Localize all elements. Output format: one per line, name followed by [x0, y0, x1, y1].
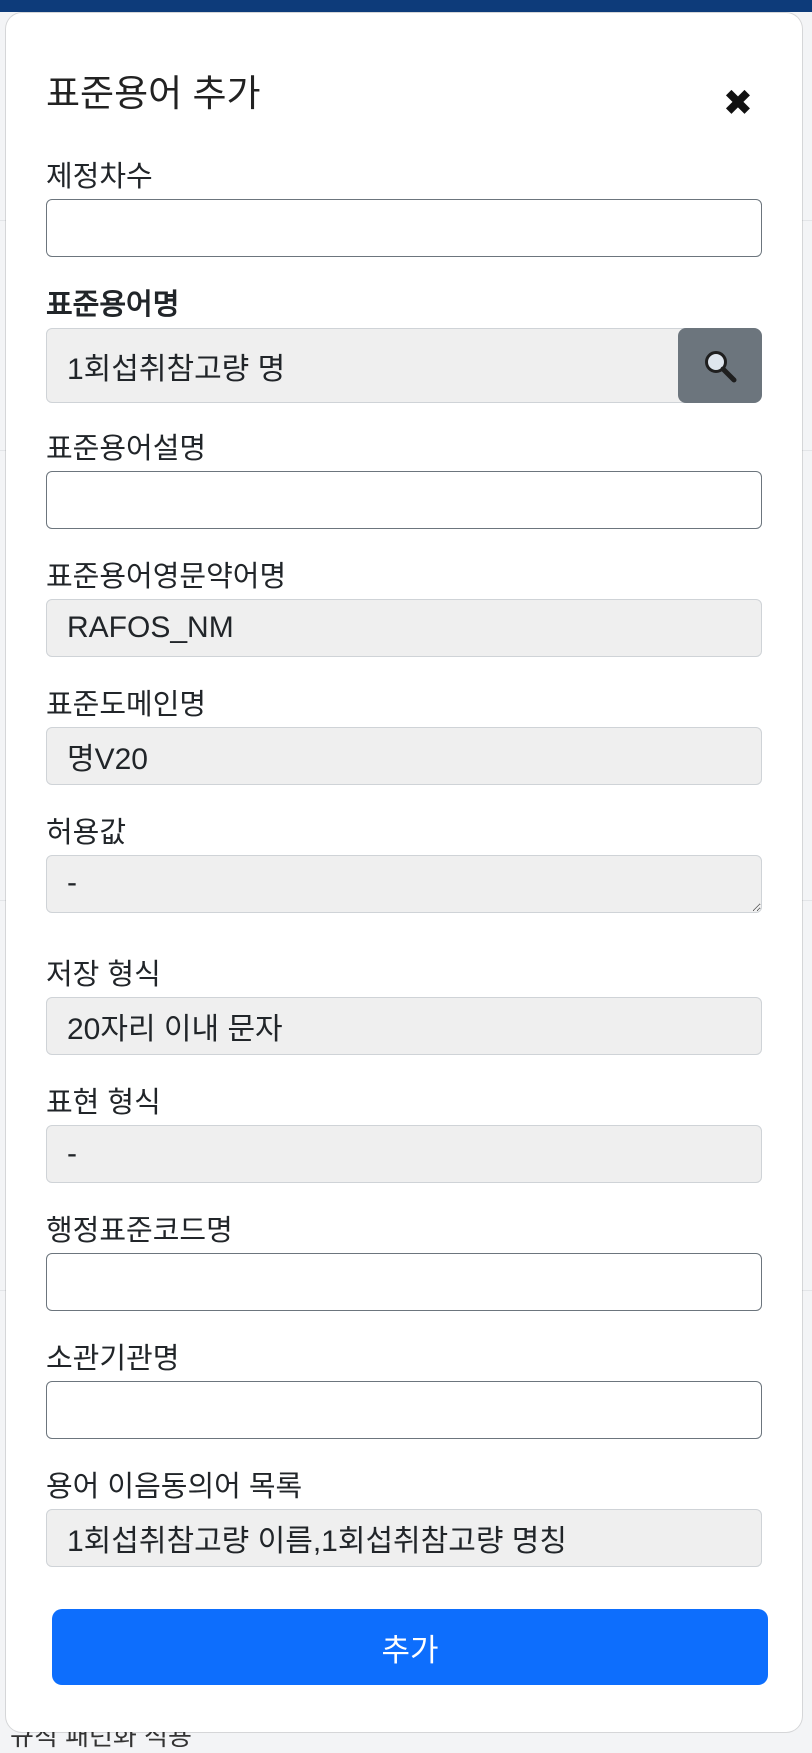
term-name-label: 표준용어명 — [46, 289, 180, 321]
agency-name-label: 소관기관명 — [46, 1343, 180, 1375]
synonyms-label: 용어 이음동의어 목록 — [46, 1471, 303, 1503]
search-icon — [705, 350, 737, 382]
admin-code-name-input[interactable] — [46, 1253, 762, 1311]
term-search-button[interactable] — [678, 328, 762, 403]
enactment-order-input[interactable] — [46, 199, 762, 257]
display-format-input[interactable] — [46, 1125, 762, 1183]
display-format-label: 표현 형식 — [46, 1087, 161, 1119]
synonyms-input[interactable] — [46, 1509, 762, 1567]
term-abbreviation-input[interactable] — [46, 599, 762, 657]
modal-title: 표준용어 추가 — [46, 73, 261, 114]
domain-name-label: 표준도메인명 — [46, 689, 207, 721]
domain-name-input[interactable] — [46, 727, 762, 785]
agency-name-input[interactable] — [46, 1381, 762, 1439]
storage-format-label: 저장 형식 — [46, 959, 161, 991]
add-standard-term-modal: 표준용어 추가 ✖ 제정차수 표준용어명 표준용어설명 표준용어영문약어명 표준… — [6, 13, 802, 1732]
add-button[interactable]: 추가 — [52, 1609, 768, 1685]
storage-format-input[interactable] — [46, 997, 762, 1055]
enactment-order-label: 제정차수 — [46, 161, 153, 193]
term-name-input[interactable] — [46, 328, 704, 403]
allowed-values-textarea[interactable]: - — [46, 855, 762, 913]
term-description-input[interactable] — [46, 471, 762, 529]
admin-code-name-label: 행정표준코드명 — [46, 1215, 233, 1247]
term-description-label: 표준용어설명 — [46, 433, 207, 465]
app-header-bar — [0, 0, 812, 12]
allowed-values-label: 허용값 — [46, 817, 127, 849]
close-icon[interactable]: ✖ — [718, 83, 758, 123]
term-abbreviation-label: 표준용어영문약어명 — [46, 561, 287, 593]
